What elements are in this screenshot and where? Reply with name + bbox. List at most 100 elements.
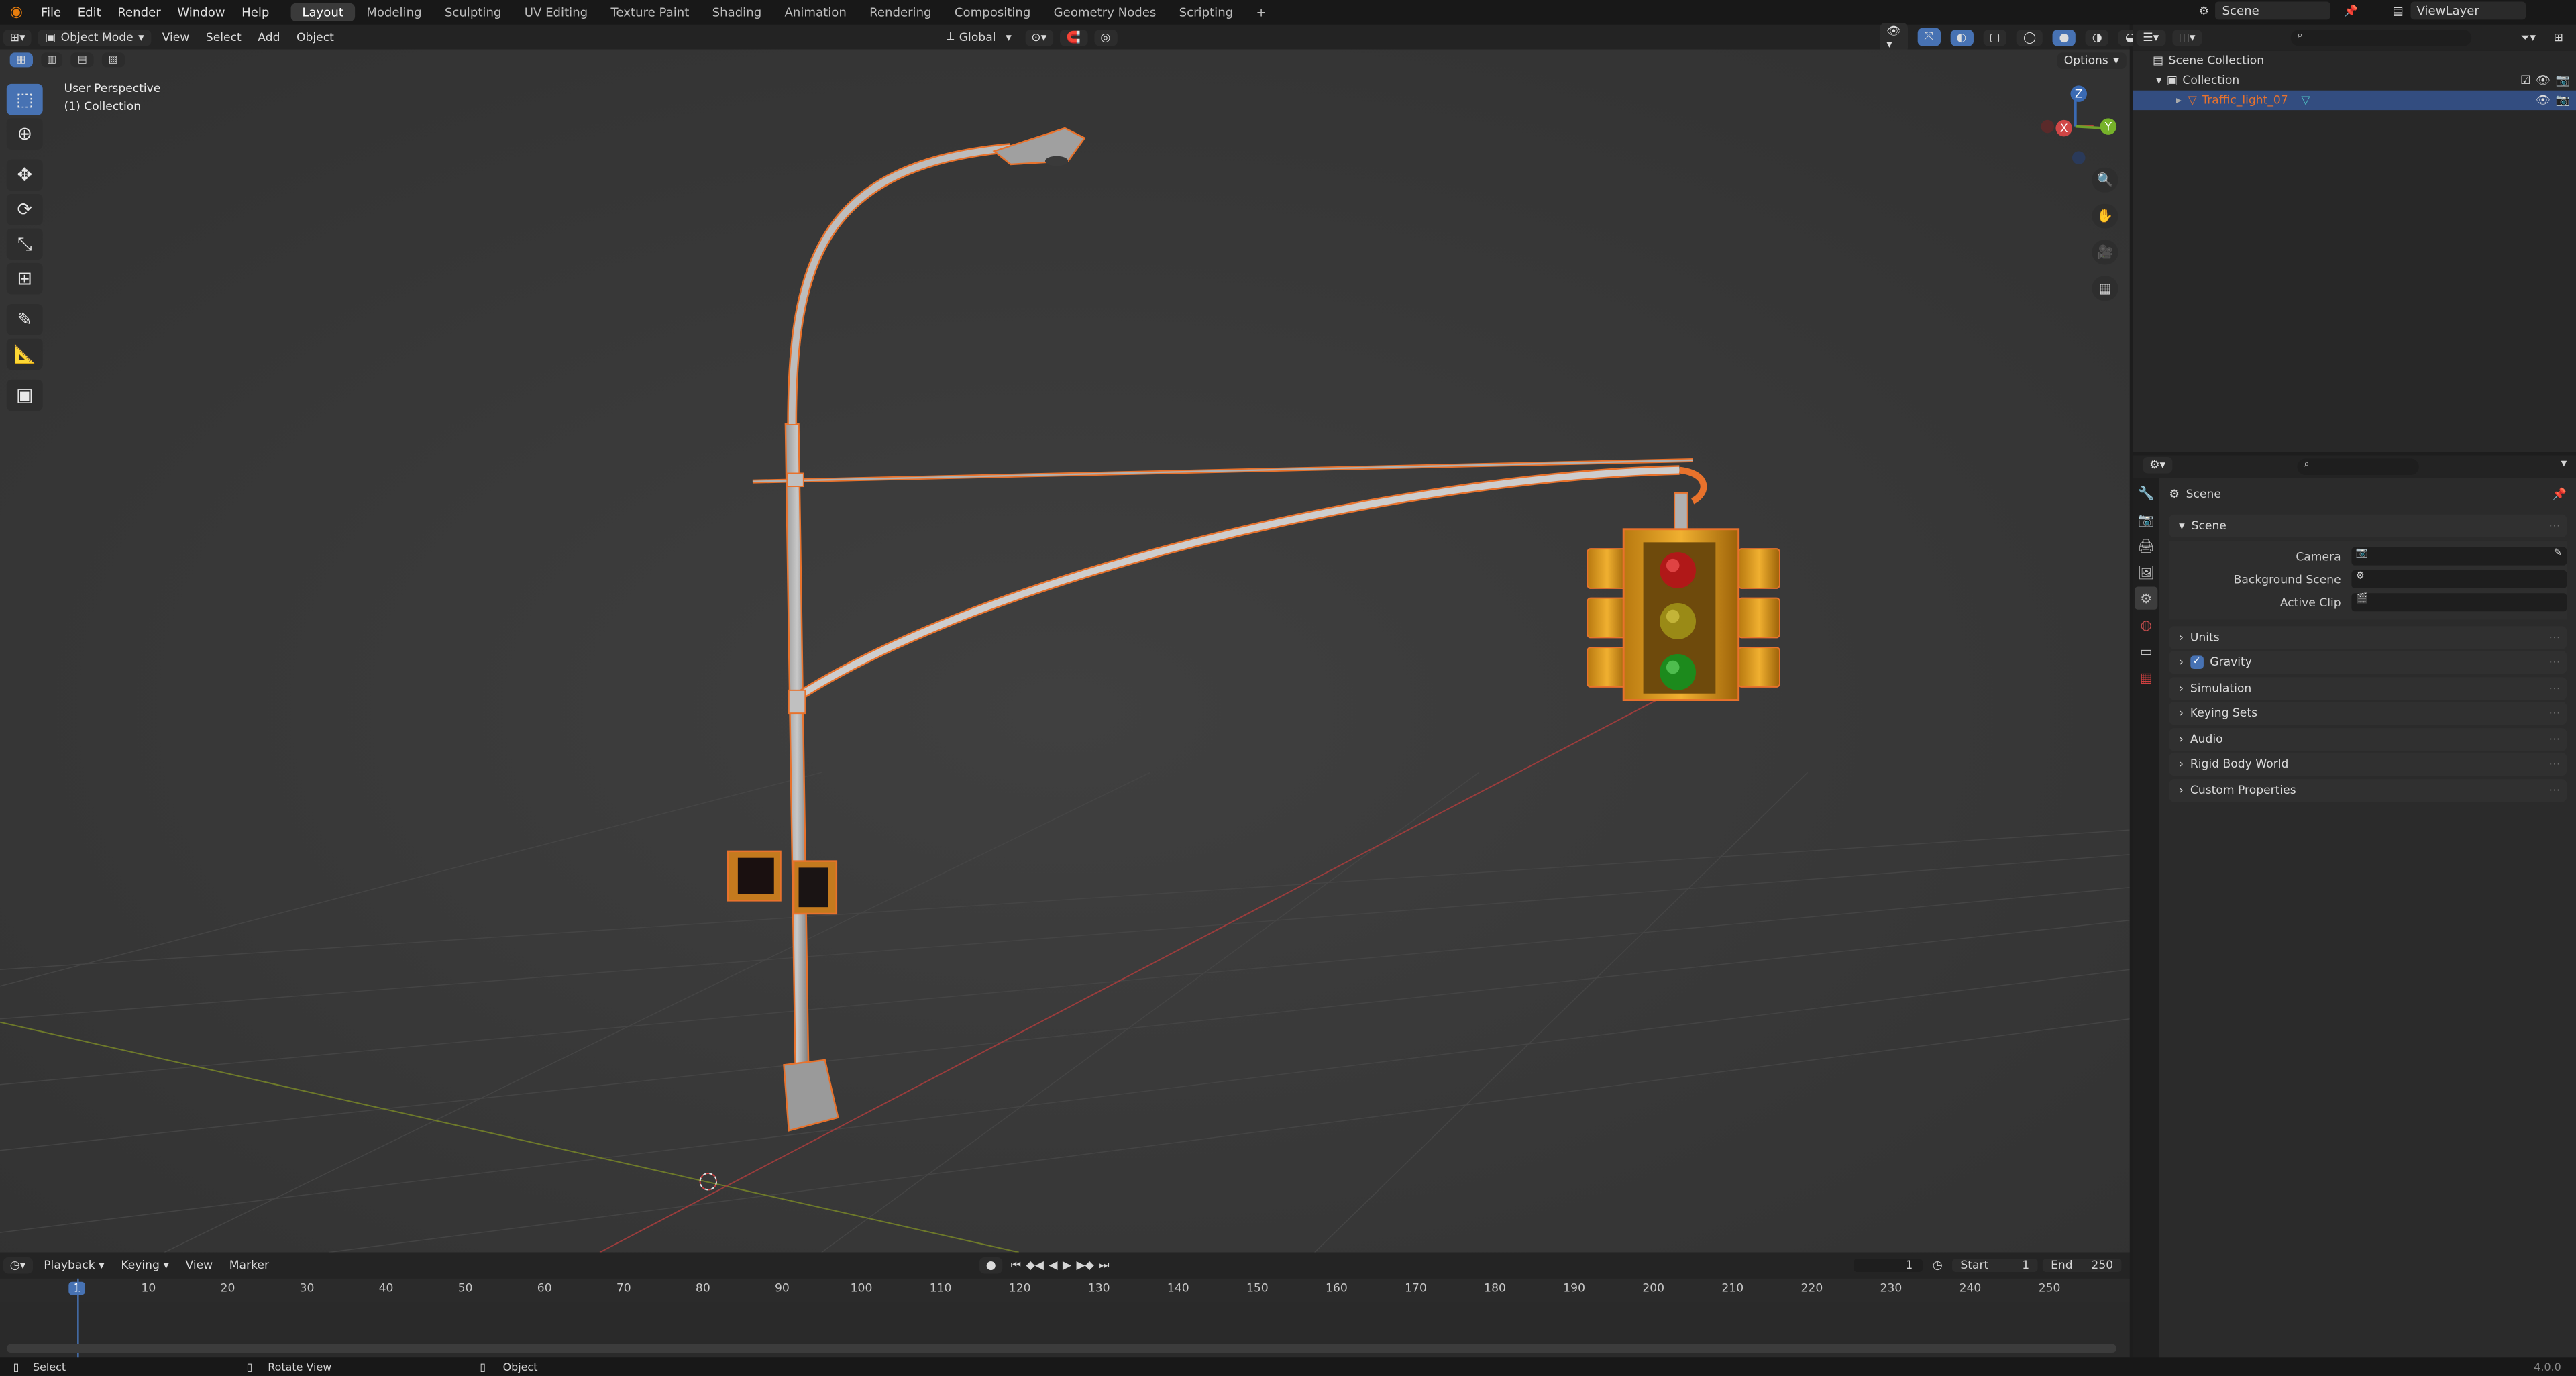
pivot-icon[interactable]: ⊙▾ bbox=[1024, 28, 1054, 46]
select-intersect-icon[interactable]: ▧ bbox=[101, 52, 125, 68]
outliner-row-scene-collection[interactable]: ▤ Scene Collection bbox=[2133, 51, 2576, 70]
prev-keyframe-icon[interactable]: ◆◀ bbox=[1026, 1259, 1044, 1272]
camera-render-icon[interactable]: 📷 bbox=[2556, 74, 2570, 87]
panel-scene[interactable]: ▾ Scene ⋯ bbox=[2169, 514, 2567, 538]
rotate-tool-icon[interactable]: ⟳ bbox=[6, 194, 43, 225]
panel-units[interactable]: › Units ⋯ bbox=[2169, 625, 2567, 649]
menu-timeline-view[interactable]: View bbox=[177, 1259, 221, 1272]
editor-type-button[interactable]: ⊞▾ bbox=[3, 28, 32, 46]
timeline-scrollbar[interactable] bbox=[6, 1344, 2117, 1353]
measure-tool-icon[interactable]: 📐 bbox=[6, 338, 43, 370]
pan-hand-icon[interactable]: ✋ bbox=[2092, 203, 2118, 229]
filter-icon[interactable]: ⏷▾ bbox=[2521, 30, 2536, 45]
options-button[interactable]: Options ▾ bbox=[2057, 52, 2126, 69]
xray-icon[interactable]: ▢ bbox=[1982, 28, 2007, 46]
menu-edit[interactable]: Edit bbox=[69, 5, 109, 19]
properties-editor-type-icon[interactable]: ⚙▾ bbox=[2143, 456, 2172, 474]
drag-handle-icon[interactable]: ⋯ bbox=[2548, 732, 2560, 745]
menu-add[interactable]: Add bbox=[250, 30, 288, 44]
drag-handle-icon[interactable]: ⋯ bbox=[2548, 519, 2560, 533]
viewlayer-selector[interactable]: ViewLayer bbox=[2410, 1, 2526, 20]
select-extend-icon[interactable]: ▥ bbox=[40, 52, 63, 68]
collection-tab-icon[interactable]: ▭ bbox=[2135, 639, 2157, 662]
menu-help[interactable]: Help bbox=[233, 5, 278, 19]
pin-icon[interactable]: 📌 bbox=[2344, 4, 2358, 17]
pin-icon[interactable]: 📌 bbox=[2553, 488, 2567, 502]
orientation-selector[interactable]: Global bbox=[959, 30, 996, 44]
eyedropper-icon[interactable]: ✎ bbox=[2554, 547, 2562, 559]
3d-viewport[interactable]: User Perspective (1) Collection Options ▾… bbox=[0, 49, 2130, 1253]
expand-arrow-icon[interactable]: ▸ bbox=[2176, 94, 2182, 107]
snap-icon[interactable]: 🧲 bbox=[1059, 28, 1087, 46]
camera-render-icon[interactable]: 📷 bbox=[2556, 94, 2570, 107]
tab-modeling[interactable]: Modeling bbox=[355, 3, 433, 21]
outliner-search-input[interactable]: ⌕ bbox=[2290, 30, 2472, 46]
expand-arrow-icon[interactable]: ▾ bbox=[2156, 74, 2162, 87]
drag-handle-icon[interactable]: ⋯ bbox=[2548, 757, 2560, 771]
drag-handle-icon[interactable]: ⋯ bbox=[2548, 630, 2560, 643]
solid-shading-icon[interactable]: ● bbox=[2052, 28, 2076, 46]
zoom-icon[interactable]: 🔍 bbox=[2092, 167, 2118, 193]
tool-tab-icon[interactable]: 🔧 bbox=[2135, 482, 2157, 505]
properties-search-input[interactable]: ⌕ bbox=[2297, 458, 2419, 475]
menu-playback[interactable]: Playback ▾ bbox=[36, 1259, 113, 1272]
annotate-tool-icon[interactable]: ✎ bbox=[6, 304, 43, 335]
end-frame-field[interactable]: End 250 bbox=[2042, 1259, 2122, 1272]
select-subtract-icon[interactable]: ▤ bbox=[71, 52, 94, 68]
ortho-grid-icon[interactable]: ▦ bbox=[2092, 276, 2118, 301]
drag-handle-icon[interactable]: ⋯ bbox=[2548, 783, 2560, 796]
scale-tool-icon[interactable]: ⤡ bbox=[6, 228, 43, 260]
select-new-icon[interactable]: ▦ bbox=[9, 52, 33, 68]
eye-icon[interactable]: 👁 bbox=[2536, 94, 2551, 107]
tab-texture-paint[interactable]: Texture Paint bbox=[599, 3, 700, 21]
move-tool-icon[interactable]: ✥ bbox=[6, 159, 43, 191]
scene-icon[interactable]: ⚙ bbox=[2199, 4, 2209, 17]
background-scene-field[interactable]: ⚙ bbox=[2351, 570, 2567, 588]
mode-selector[interactable]: ▣ Object Mode ▾ bbox=[38, 28, 151, 46]
scene-tab-icon[interactable]: ⚙ bbox=[2135, 586, 2158, 610]
add-workspace-button[interactable]: + bbox=[1244, 3, 1277, 21]
current-frame-field[interactable]: 1 bbox=[1854, 1259, 1923, 1272]
next-keyframe-icon[interactable]: ▶◆ bbox=[1076, 1259, 1093, 1272]
record-icon[interactable]: ● bbox=[979, 1257, 1003, 1274]
add-cube-tool-icon[interactable]: ▣ bbox=[6, 379, 43, 411]
tab-uv-editing[interactable]: UV Editing bbox=[513, 3, 600, 21]
outliner-row-collection[interactable]: ▾ ▣ Collection ☑ 👁 📷 bbox=[2133, 70, 2576, 90]
tab-layout[interactable]: Layout bbox=[290, 3, 356, 21]
timeline-area[interactable]: 1102030405060708090100110120130140150160… bbox=[0, 1278, 2130, 1358]
render-tab-icon[interactable]: 📷 bbox=[2135, 508, 2157, 531]
menu-window[interactable]: Window bbox=[169, 5, 233, 19]
tab-compositing[interactable]: Compositing bbox=[943, 3, 1042, 21]
play-icon[interactable]: ▶ bbox=[1063, 1259, 1071, 1272]
overlay-toggle-icon[interactable]: ◐ bbox=[1949, 28, 1974, 46]
camera-field[interactable]: 📷 ✎ bbox=[2351, 547, 2567, 566]
outliner-row-traffic-light[interactable]: ▸ ▽ Traffic_light_07 ▽ 👁 📷 bbox=[2133, 90, 2576, 111]
panel-gravity[interactable]: › ✓ Gravity ⋯ bbox=[2169, 651, 2567, 674]
viewlayer-icon[interactable]: ▤ bbox=[2393, 4, 2404, 17]
new-collection-icon[interactable]: ⊞ bbox=[2554, 32, 2563, 45]
visibility-icon[interactable]: 👁▾ bbox=[1880, 22, 1908, 52]
panel-audio[interactable]: › Audio ⋯ bbox=[2169, 727, 2567, 751]
transform-tool-icon[interactable]: ⊞ bbox=[6, 262, 43, 295]
scene-selector[interactable]: Scene bbox=[2215, 1, 2331, 20]
jump-start-icon[interactable]: ⏮ bbox=[1011, 1258, 1021, 1273]
drag-handle-icon[interactable]: ⋯ bbox=[2548, 706, 2560, 720]
active-clip-field[interactable]: 🎬 bbox=[2351, 593, 2567, 612]
eye-icon[interactable]: 👁 bbox=[2536, 74, 2551, 87]
cursor-tool-icon[interactable]: ⊕ bbox=[6, 118, 43, 150]
start-frame-field[interactable]: Start 1 bbox=[1952, 1259, 2038, 1272]
panel-keying-sets[interactable]: › Keying Sets ⋯ bbox=[2169, 701, 2567, 725]
mesh-data-icon[interactable]: ▽ bbox=[2301, 94, 2310, 107]
frame-ruler[interactable]: 1102030405060708090100110120130140150160… bbox=[0, 1278, 2130, 1302]
view-layer-tab-icon[interactable]: 🖼 bbox=[2135, 560, 2157, 583]
checkbox-icon[interactable]: ☑ bbox=[2520, 74, 2530, 87]
world-tab-icon[interactable]: ◍ bbox=[2135, 613, 2157, 636]
outliner-editor-type-icon[interactable]: ☰▾ bbox=[2136, 30, 2166, 46]
drag-handle-icon[interactable]: ⋯ bbox=[2548, 681, 2560, 694]
jump-end-icon[interactable]: ⏭ bbox=[1099, 1258, 1109, 1273]
menu-marker[interactable]: Marker bbox=[221, 1259, 277, 1272]
texture-tab-icon[interactable]: ▦ bbox=[2135, 666, 2157, 688]
drag-handle-icon[interactable]: ⋯ bbox=[2548, 655, 2560, 669]
tab-animation[interactable]: Animation bbox=[773, 3, 858, 21]
panel-simulation[interactable]: › Simulation ⋯ bbox=[2169, 676, 2567, 700]
